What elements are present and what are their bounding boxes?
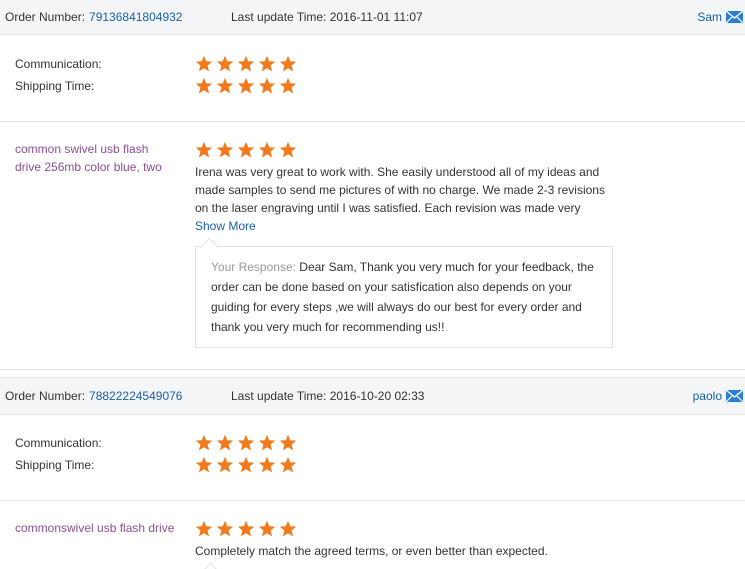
seller-ratings: Communication: Shipping Time:	[0, 415, 745, 501]
buyer-name[interactable]: Sam	[697, 10, 722, 24]
seller-response: Your Response: Dear Sam, Thank you very …	[195, 246, 613, 348]
review-text: Completely match the agreed terms, or ev…	[195, 544, 548, 558]
mail-icon[interactable]	[726, 11, 743, 23]
star-icon	[237, 456, 255, 473]
communication-label: Communication:	[15, 57, 102, 71]
communication-rating: Communication:	[15, 434, 297, 452]
product-review: common swivel usb flash drive 256mb colo…	[0, 122, 745, 370]
star-icon	[216, 456, 234, 473]
star-icon	[216, 55, 234, 72]
last-update-field: Last update Time: 2016-11-01 11:07	[231, 10, 423, 24]
star-icon	[237, 55, 255, 72]
star-icon	[279, 141, 297, 158]
order-number-field: Order Number: 79136841804932	[5, 10, 182, 24]
review-body: Irena was very great to work with. She e…	[195, 141, 607, 235]
star-icon	[258, 434, 276, 451]
star-rating	[195, 55, 297, 73]
show-more-link[interactable]: Show More	[195, 217, 607, 235]
seller-ratings: Communication: Shipping Time:	[0, 37, 745, 122]
order-number-link[interactable]: 78822224549076	[89, 389, 182, 403]
order-number-label: Order Number:	[5, 389, 86, 403]
star-rating	[195, 520, 607, 538]
order-number-field: Order Number: 78822224549076	[5, 389, 182, 403]
star-icon	[195, 456, 213, 473]
star-icon	[258, 456, 276, 473]
star-icon	[195, 77, 213, 94]
star-icon	[279, 434, 297, 451]
response-caret	[202, 562, 219, 569]
star-icon	[237, 77, 255, 94]
order-header: Order Number: 79136841804932 Last update …	[0, 0, 745, 35]
star-rating	[195, 456, 297, 474]
order-number-label: Order Number:	[5, 10, 86, 24]
last-update-label: Last update Time:	[231, 10, 327, 24]
last-update-label: Last update Time:	[231, 389, 327, 403]
star-icon	[216, 77, 234, 94]
order-header: Order Number: 78822224549076 Last update …	[0, 377, 745, 415]
star-icon	[195, 434, 213, 451]
star-icon	[195, 55, 213, 72]
shipping-time-rating: Shipping Time:	[15, 77, 297, 95]
star-rating	[195, 434, 297, 452]
buyer-name[interactable]: paolo	[693, 389, 722, 403]
product-link[interactable]: commonswivel usb flash drive	[15, 519, 175, 537]
buyer-contact[interactable]: paolo	[693, 389, 743, 403]
order-card: Order Number: 79136841804932 Last update …	[0, 0, 745, 35]
product-link[interactable]: common swivel usb flash drive 256mb colo…	[15, 140, 175, 176]
star-icon	[216, 141, 234, 158]
star-icon	[258, 141, 276, 158]
last-update-time: 2016-10-20 02:33	[329, 389, 425, 403]
star-icon	[237, 520, 255, 537]
star-icon	[237, 141, 255, 158]
star-icon	[279, 77, 297, 94]
communication-rating: Communication:	[15, 55, 297, 73]
star-icon	[258, 77, 276, 94]
star-icon	[195, 141, 213, 158]
shipping-time-label: Shipping Time:	[15, 79, 95, 93]
order-number-link[interactable]: 79136841804932	[89, 10, 182, 24]
star-icon	[237, 434, 255, 451]
order-card: Order Number: 78822224549076 Last update …	[0, 377, 745, 415]
star-icon	[279, 55, 297, 72]
star-rating	[195, 141, 607, 159]
communication-label: Communication:	[15, 436, 102, 450]
your-response-label: Your Response:	[211, 260, 296, 274]
mail-icon[interactable]	[726, 390, 743, 402]
last-update-field: Last update Time: 2016-10-20 02:33	[231, 389, 424, 403]
star-icon	[216, 520, 234, 537]
shipping-time-label: Shipping Time:	[15, 458, 95, 472]
star-icon	[279, 456, 297, 473]
review-text: Irena was very great to work with. She e…	[195, 165, 605, 215]
star-icon	[258, 55, 276, 72]
review-body: Completely match the agreed terms, or ev…	[195, 520, 607, 560]
product-review: commonswivel usb flash drive Completely …	[0, 501, 745, 569]
star-icon	[279, 520, 297, 537]
shipping-time-rating: Shipping Time:	[15, 456, 297, 474]
last-update-time: 2016-11-01 11:07	[329, 10, 423, 24]
star-icon	[216, 434, 234, 451]
star-rating	[195, 77, 297, 95]
buyer-contact[interactable]: Sam	[697, 10, 743, 24]
star-icon	[195, 520, 213, 537]
star-icon	[258, 520, 276, 537]
